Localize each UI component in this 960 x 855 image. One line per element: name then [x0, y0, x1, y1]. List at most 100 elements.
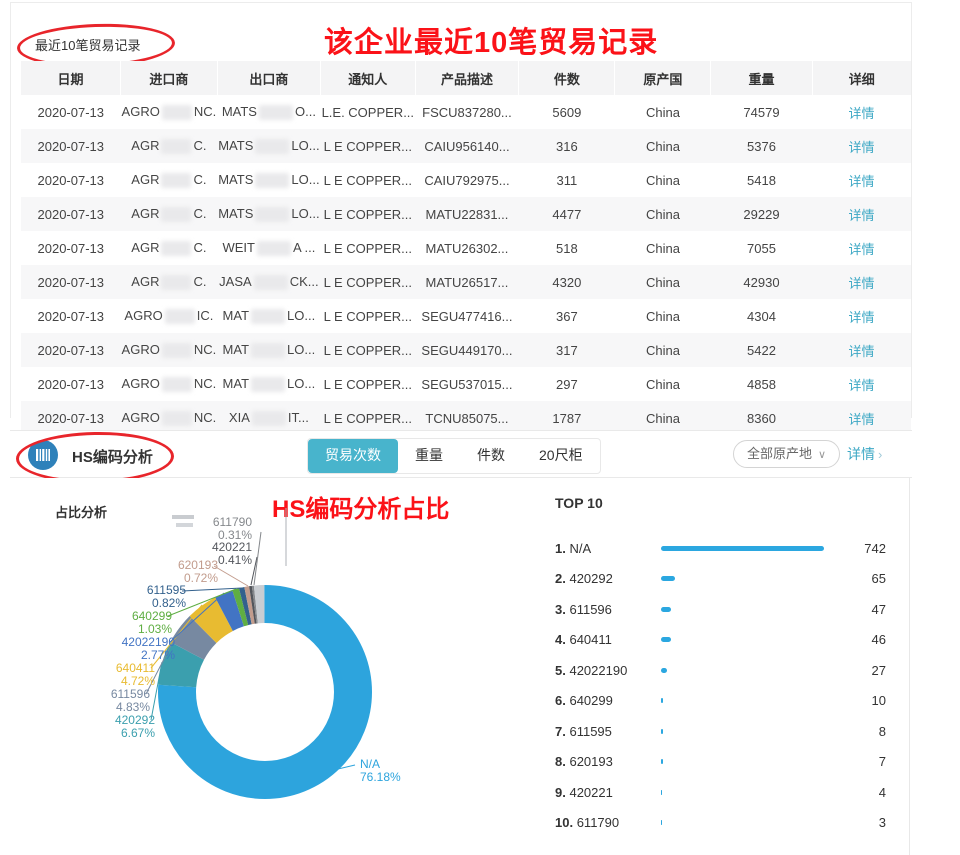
- top10-label: 4. 640411: [555, 632, 661, 647]
- weight-cell: 42930: [711, 265, 812, 299]
- censored-text: [255, 139, 289, 154]
- slice-label-420292: 4202926.67%: [115, 713, 155, 740]
- detail-link[interactable]: 详情: [849, 140, 875, 155]
- top10-value: 4: [828, 785, 890, 800]
- table-row: 2020-07-13AGRC.MATSLO...L E COPPER...MAT…: [21, 197, 911, 231]
- top10-label: 7. 611595: [555, 724, 661, 739]
- qty-cell: 367: [519, 299, 615, 333]
- table-row: 2020-07-13AGRC.WEITA ...L E COPPER...MAT…: [21, 231, 911, 265]
- detail-link[interactable]: 详情: [849, 378, 875, 393]
- exporter-cell: MATSLO...: [217, 129, 320, 163]
- detail-link[interactable]: 详情: [849, 174, 875, 189]
- detail-cell: 详情: [812, 197, 911, 231]
- qty-cell: 4477: [519, 197, 615, 231]
- top10-value: 27: [828, 663, 890, 678]
- trade-table: 日期 进口商 出口商 通知人 产品描述 件数 原产国 重量 详细 2020-07…: [21, 61, 911, 435]
- importer-cell: AGRC.: [121, 197, 218, 231]
- donut-chart[interactable]: N/A76.18%4202926.67%6115964.83%6404114.7…: [10, 478, 570, 855]
- censored-text: [251, 377, 285, 392]
- top10-bar: [661, 576, 675, 581]
- date-cell: 2020-07-13: [21, 367, 121, 401]
- detail-cell: 详情: [812, 299, 911, 333]
- censored-text: [161, 173, 191, 188]
- tab-trade-count[interactable]: 贸易次数: [308, 439, 398, 473]
- detail-link[interactable]: 详情: [849, 242, 875, 257]
- detail-link[interactable]: 详情: [849, 208, 875, 223]
- detail-link[interactable]: 详情: [849, 106, 875, 121]
- col-header-date: 日期: [21, 61, 121, 95]
- hs-section-title: HS编码分析: [72, 446, 153, 467]
- censored-text: [165, 309, 195, 324]
- censored-text: [162, 411, 192, 426]
- tab-qty[interactable]: 件数: [460, 439, 522, 473]
- importer-cell: AGROIC.: [121, 299, 218, 333]
- censored-text: [255, 173, 289, 188]
- clipped-label-fragment: [172, 515, 194, 519]
- importer-cell: AGRONC.: [121, 367, 218, 401]
- date-cell: 2020-07-13: [21, 333, 121, 367]
- product-cell: SEGU477416...: [415, 299, 519, 333]
- top10-label: 8. 620193: [555, 754, 661, 769]
- detail-link[interactable]: 详情: [849, 412, 875, 427]
- date-cell: 2020-07-13: [21, 129, 121, 163]
- top10-label: 3. 611596: [555, 602, 661, 617]
- origin-filter-dropdown[interactable]: 全部原产地∨: [733, 440, 840, 468]
- top10-row: 5. 4202219027: [555, 655, 890, 686]
- censored-text: [251, 343, 285, 358]
- weight-cell: 4858: [711, 367, 812, 401]
- qty-cell: 317: [519, 333, 615, 367]
- top10-row: 6. 64029910: [555, 686, 890, 717]
- top10-bar: [661, 607, 671, 612]
- detail-link[interactable]: 详情: [849, 310, 875, 325]
- detail-link[interactable]: 详情: [849, 276, 875, 291]
- top10-row: 2. 42029265: [555, 564, 890, 595]
- slice-label-611596: 6115964.83%: [111, 687, 150, 714]
- hs-detail-link[interactable]: 详情›: [847, 444, 882, 464]
- origin-cell: China: [615, 129, 711, 163]
- date-cell: 2020-07-13: [21, 163, 121, 197]
- top10-row: 7. 611595 8: [555, 716, 890, 747]
- exporter-cell: MATLO...: [217, 333, 320, 367]
- top10-bar: [661, 546, 824, 551]
- detail-cell: 详情: [812, 333, 911, 367]
- top10-bar: [661, 759, 663, 764]
- product-cell: MATU26517...: [415, 265, 519, 299]
- importer-cell: AGRONC.: [121, 95, 218, 129]
- table-row: 2020-07-13AGRC.MATSLO...L E COPPER...CAI…: [21, 163, 911, 197]
- qty-cell: 518: [519, 231, 615, 265]
- top10-row: 3. 61159647: [555, 594, 890, 625]
- product-cell: CAIU792975...: [415, 163, 519, 197]
- col-header-weight: 重量: [711, 61, 812, 95]
- product-cell: SEGU449170...: [415, 333, 519, 367]
- tab-weight[interactable]: 重量: [398, 439, 460, 473]
- detail-link[interactable]: 详情: [849, 344, 875, 359]
- top10-bar-track: [661, 576, 828, 581]
- slice-label-640299: 6402991.03%: [132, 609, 172, 636]
- chevron-down-icon: ∨: [818, 449, 826, 461]
- top10-bar-track: [661, 790, 828, 795]
- censored-text: [161, 241, 191, 256]
- table-row: 2020-07-13AGRONC.MATLO...L E COPPER...SE…: [21, 367, 911, 401]
- censored-text: [254, 275, 288, 290]
- date-cell: 2020-07-13: [21, 265, 121, 299]
- notify-cell: L E COPPER...: [321, 163, 415, 197]
- censored-text: [251, 309, 285, 324]
- product-cell: SEGU537015...: [415, 367, 519, 401]
- qty-cell: 316: [519, 129, 615, 163]
- col-header-importer: 进口商: [121, 61, 218, 95]
- top10-value: 742: [828, 541, 890, 556]
- qty-cell: 5609: [519, 95, 615, 129]
- top10-bar-track: [661, 546, 828, 551]
- table-row: 2020-07-13AGRONC.MATLO...L E COPPER...SE…: [21, 333, 911, 367]
- weight-cell: 5422: [711, 333, 812, 367]
- censored-text: [259, 105, 293, 120]
- origin-cell: China: [615, 333, 711, 367]
- tab-20ft[interactable]: 20尺柜: [522, 439, 600, 473]
- origin-cell: China: [615, 231, 711, 265]
- censored-text: [255, 207, 289, 222]
- notify-cell: L.E. COPPER...: [321, 95, 415, 129]
- importer-cell: AGRC.: [121, 163, 218, 197]
- top10-value: 8: [828, 724, 890, 739]
- censored-text: [161, 275, 191, 290]
- exporter-cell: MATSO...: [217, 95, 320, 129]
